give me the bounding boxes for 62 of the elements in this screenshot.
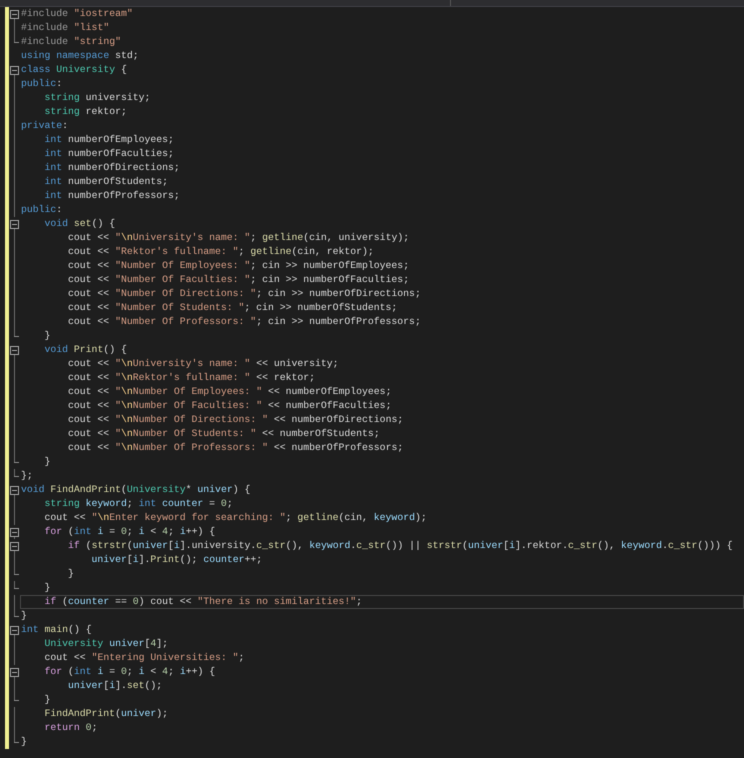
code-line: University univer[4]; <box>44 637 170 651</box>
code-line: public: <box>20 77 64 91</box>
code-line: } <box>67 567 75 581</box>
code-line: } <box>20 609 28 623</box>
code-line: univer[i].Print(); counter++; <box>90 553 264 567</box>
code-line: cout << "Entering Universities: "; <box>44 651 246 665</box>
code-line: return 0; <box>44 721 98 735</box>
code-line: if (counter == 0) cout << "There is no similarities!"; <box>20 595 744 609</box>
code-line: using namespace std; <box>20 49 140 63</box>
collapse-icon[interactable] <box>10 668 19 676</box>
code-line: univer[i].set(); <box>67 679 164 693</box>
code-line: void FindAndPrint(University* univer) { <box>20 483 252 497</box>
code-line: cout << "Number Of Directions: "; cin >> numberOfDirections; <box>67 287 422 301</box>
code-line: int numberOfProfessors; <box>44 189 181 203</box>
code-line: for (int i = 0; i < 4; i++) { <box>44 525 216 539</box>
code-line: string keyword; int counter = 0; <box>44 497 234 511</box>
code-line: void set() { <box>44 217 116 231</box>
code-line: #include "iostream" <box>20 7 134 21</box>
code-line: cout << "Number Of Professors: "; cin >> numberOfProfessors; <box>67 315 422 329</box>
code-line: private: <box>20 119 70 133</box>
code-line: public: <box>20 203 64 217</box>
code-line: cout << "\nNumber Of Directions: " << numberOfDirections; <box>67 413 404 427</box>
code-line: #include "list" <box>20 21 110 35</box>
code-line: int main() { <box>20 623 93 637</box>
collapse-icon[interactable] <box>10 626 19 634</box>
collapse-icon[interactable] <box>10 10 19 18</box>
code-line: cout << "\nNumber Of Faculties: " << numberOfFaculties; <box>67 399 392 413</box>
code-line: class University { <box>20 63 128 77</box>
code-line: for (int i = 0; i < 4; i++) { <box>44 665 216 679</box>
code-line: } <box>44 581 52 595</box>
code-line: cout << "\nNumber Of Professors: " << numberOfProfessors; <box>67 441 404 455</box>
code-line: void Print() { <box>44 343 128 357</box>
code-line: cout << "\nNumber Of Employees: " << numberOfEmployees; <box>67 385 392 399</box>
code-line: int numberOfStudents; <box>44 175 170 189</box>
collapse-icon[interactable] <box>10 486 19 494</box>
code-line: int numberOfFaculties; <box>44 147 175 161</box>
code-line: cout << "Number Of Employees: "; cin >> numberOfEmployees; <box>67 259 410 273</box>
code-line: cout << "Rektor's fullname: "; getline(cin, rektor); <box>67 245 375 259</box>
collapse-icon[interactable] <box>10 528 19 536</box>
code-line: cout << "\nUniversity's name: " << university; <box>67 357 340 371</box>
collapse-icon[interactable] <box>10 346 19 354</box>
code-line: cout << "\nRektor's fullname: " << rektor; <box>67 371 316 385</box>
code-line: FindAndPrint(univer); <box>44 707 170 721</box>
code-line: if (strstr(univer[i].university.c_str(), keyword.c_str()) || strstr(univer[i].rektor.c_str(), keyword.c_str())) { <box>67 539 734 553</box>
code-line: string university; <box>44 91 152 105</box>
code-line: string rektor; <box>44 105 128 119</box>
code-line: cout << "\nNumber Of Students: " << numberOfStudents; <box>67 427 381 441</box>
code-line: }; <box>20 469 34 483</box>
collapse-icon[interactable] <box>10 66 19 74</box>
code-line: cout << "\nEnter keyword for searching: "; getline(cin, keyword); <box>44 511 428 525</box>
code-line: } <box>20 735 28 749</box>
code-line: int numberOfEmployees; <box>44 133 175 147</box>
code-line: } <box>44 455 52 469</box>
code-line: #include "string" <box>20 35 122 49</box>
collapse-icon[interactable] <box>10 220 19 228</box>
code-line: } <box>44 329 52 343</box>
code-line: cout << "Number Of Faculties: "; cin >> numberOfFaculties; <box>67 273 410 287</box>
code-line: cout << "Number Of Students: "; cin >> numberOfStudents; <box>67 301 398 315</box>
code-line: cout << "\nUniversity's name: "; getline(cin, university); <box>67 231 410 245</box>
collapse-icon[interactable] <box>10 542 19 550</box>
code-line: } <box>44 693 52 707</box>
code-line: int numberOfDirections; <box>44 161 181 175</box>
